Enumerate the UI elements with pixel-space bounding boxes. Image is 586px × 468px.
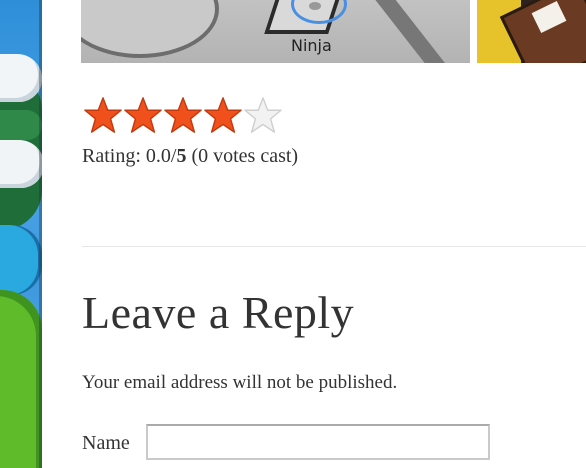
name-field[interactable] [146, 424, 490, 460]
rating-summary: Rating: 0.0/5 (0 votes cast) [82, 145, 299, 167]
star-icon[interactable] [124, 96, 162, 134]
email-notice: Your email address will not be published… [82, 372, 398, 393]
ninja-label: Ninja [291, 36, 332, 55]
star-icon[interactable] [204, 96, 242, 134]
screenshot-thumbnail-2[interactable] [477, 0, 586, 63]
reply-title: Leave a Reply [82, 287, 355, 338]
rating-max: 5 [176, 145, 187, 167]
divider [82, 246, 586, 247]
star-icon[interactable] [84, 96, 122, 134]
star-rating[interactable] [84, 96, 282, 134]
screenshot-thumbnail[interactable]: Ninja [81, 0, 470, 63]
star-icon[interactable] [244, 96, 282, 134]
background-scenery [0, 0, 42, 468]
name-label: Name [82, 432, 130, 454]
star-icon[interactable] [164, 96, 202, 134]
